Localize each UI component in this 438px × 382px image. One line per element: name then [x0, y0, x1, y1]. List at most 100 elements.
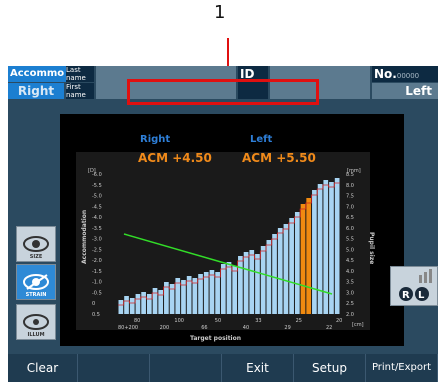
- rl-icon: R L: [399, 269, 432, 301]
- bar: [215, 272, 220, 314]
- right-result-label: Right: [140, 134, 170, 145]
- accommodation-chart: Right Left ACM +4.50 ACM +5.50 [D] [mm] …: [76, 134, 375, 342]
- exit-button[interactable]: Exit: [222, 354, 294, 382]
- bar: [243, 252, 249, 314]
- x-tick-label-bottom: 80+200: [118, 325, 138, 331]
- side-label: Left: [372, 83, 438, 99]
- device-screen: Accommo Right Last name First name ID No…: [8, 66, 438, 382]
- left-acm-value: ACM +5.50: [242, 151, 316, 165]
- bar: [118, 300, 124, 314]
- bar: [323, 180, 329, 314]
- y-tick-label: -5.5: [92, 183, 102, 189]
- x-tick-label-bottom: 200: [160, 325, 170, 331]
- illum-label: ILLUM: [27, 332, 45, 338]
- x-unit: [cm]: [352, 322, 364, 328]
- print-export-button[interactable]: Print/Export: [366, 354, 438, 382]
- x-tick-label: 25: [296, 318, 302, 324]
- bar: [289, 218, 294, 314]
- bar: [260, 246, 266, 314]
- bar: [146, 294, 152, 314]
- clear-button[interactable]: Clear: [8, 354, 78, 382]
- bar: [124, 296, 129, 314]
- bottom-toolbar: Clear Exit Setup Print/Export: [8, 354, 438, 382]
- y-right-tick-label: 3.0: [346, 290, 354, 296]
- y-right-axis-label: Pupil size: [368, 232, 375, 264]
- y-right-tick-label: 2.5: [346, 301, 354, 307]
- x-tick-label-bottom: 40: [243, 325, 249, 331]
- y-tick-label: -4.5: [92, 204, 102, 210]
- bar: [152, 288, 158, 314]
- y-right-tick-label: 6.5: [346, 215, 354, 221]
- x-tick-label: 80: [134, 318, 140, 324]
- setup-button[interactable]: Setup: [294, 354, 366, 382]
- y-right-tick-label: 7.5: [346, 194, 354, 200]
- bar: [283, 224, 289, 314]
- size-label: SIZE: [29, 254, 43, 260]
- bar: [255, 254, 260, 314]
- x-tick-label: 100: [174, 318, 184, 324]
- y-tick-label: -6.0: [92, 172, 102, 178]
- y-tick-label: -1.5: [92, 269, 102, 275]
- bar: [306, 198, 312, 314]
- mode-label: Accommo: [8, 66, 66, 82]
- x-tick-label: 20: [336, 318, 342, 324]
- strain-label: STRAIN: [25, 292, 47, 298]
- bar: [232, 266, 238, 314]
- svg-text:L: L: [418, 290, 425, 301]
- y-tick-label: -3.0: [92, 237, 102, 243]
- x-tick-label-bottom: 22: [326, 325, 332, 331]
- y-tick-label: -0.5: [92, 290, 102, 296]
- last-name-label: Last name: [66, 66, 94, 82]
- x-axis-label: Target position: [190, 335, 241, 342]
- bar: [300, 204, 306, 314]
- y-right-tick-label: 5.0: [346, 247, 354, 253]
- y-tick-label: -5.0: [92, 194, 102, 200]
- y-tick-label: 0.5: [92, 312, 100, 318]
- y-tick-label: -3.5: [92, 226, 102, 232]
- bar: [317, 184, 323, 314]
- size-button[interactable]: SIZE: [16, 226, 56, 262]
- left-result-label: Left: [250, 134, 273, 145]
- bar: [141, 292, 146, 314]
- x-tick-label: 33: [255, 318, 261, 324]
- y-right-tick-label: 3.5: [346, 280, 354, 286]
- y-right-tick-label: 6.0: [346, 226, 354, 232]
- number-value: 00000: [396, 72, 420, 80]
- y-right-tick-label: 5.5: [346, 237, 354, 243]
- y-tick-label: -2.5: [92, 247, 102, 253]
- y-right-tick-label: 4.5: [346, 258, 354, 264]
- bar: [334, 178, 340, 314]
- toolbar-empty-1[interactable]: [78, 354, 150, 382]
- svg-text:R: R: [402, 290, 410, 301]
- bar: [226, 262, 232, 314]
- x-tick-label: 50: [215, 318, 221, 324]
- bar: [209, 270, 215, 314]
- bar: [272, 234, 277, 314]
- bar: [312, 190, 317, 314]
- y-right-tick-label: 8.5: [346, 172, 354, 178]
- x-tick-label-bottom: 29: [284, 325, 290, 331]
- bar: [158, 290, 164, 314]
- bar: [198, 274, 203, 314]
- y-tick-label: -4.0: [92, 215, 102, 221]
- y-axis-label: Accommodation: [81, 210, 88, 264]
- acm-highlight-box: [127, 79, 319, 105]
- y-right-tick-label: 8.0: [346, 183, 354, 189]
- bar: [129, 298, 135, 314]
- y-right-tick-label: 4.0: [346, 269, 354, 275]
- y-tick-label: 0: [92, 301, 95, 307]
- y-tick-label: -1.0: [92, 280, 102, 286]
- bar: [186, 276, 192, 314]
- illum-button[interactable]: ILLUM: [16, 304, 56, 340]
- rl-toggle-button[interactable]: R L: [390, 266, 438, 306]
- graph-panel: Right Left ACM +4.50 ACM +5.50 [D] [mm] …: [60, 114, 404, 346]
- number-label: No.00000: [372, 66, 438, 82]
- bar: [220, 264, 226, 314]
- y-tick-label: -2.0: [92, 258, 102, 264]
- y-right-tick-label: 7.0: [346, 204, 354, 210]
- callout-number: 1: [214, 2, 226, 23]
- strain-button[interactable]: STRAIN: [16, 264, 56, 300]
- bar: [238, 256, 243, 314]
- toolbar-empty-2[interactable]: [150, 354, 222, 382]
- bar: [203, 272, 209, 314]
